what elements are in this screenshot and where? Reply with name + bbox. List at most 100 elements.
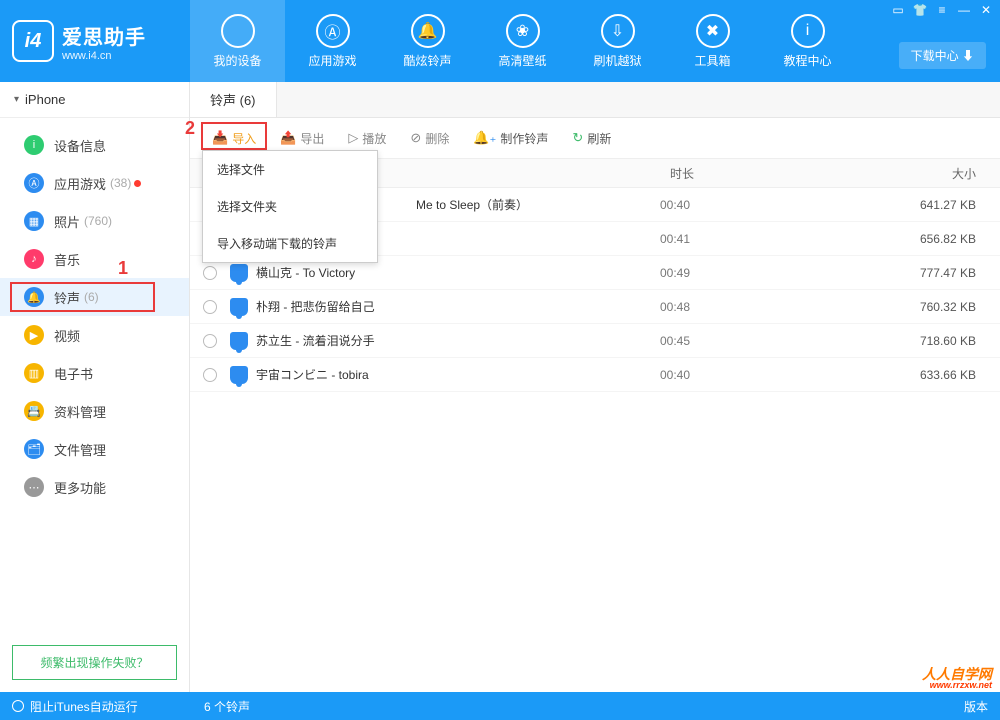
- ringtone-icon: [230, 264, 248, 282]
- row-name-cell: 朴翔 - 把悲伤留给自己: [230, 298, 660, 316]
- sidebar-item-4[interactable]: 🔔铃声(6): [0, 278, 189, 316]
- table-row[interactable]: 宇宙コンビニ - tobira 00:40633.66 KB: [190, 358, 1000, 392]
- nav-label: 酷炫铃声: [403, 52, 451, 69]
- device-selector[interactable]: iPhone: [0, 82, 189, 118]
- sidebar-label: 设备信息: [54, 136, 106, 155]
- sidebar-item-3[interactable]: ♪音乐: [0, 240, 189, 278]
- import-menu-item-0[interactable]: 选择文件: [203, 151, 377, 188]
- row-size: 656.82 KB: [880, 232, 1000, 246]
- sidebar-item-5[interactable]: ▶ 视频: [0, 316, 189, 354]
- app-url: www.i4.cn: [62, 50, 146, 62]
- nav-item-5[interactable]: ✖ 工具箱: [665, 0, 760, 82]
- main-nav: 我的设备Ⓐ应用游戏🔔酷炫铃声 ❀ 高清壁纸 ⇩ 刷机越狱 ✖ 工具箱 i 教程中心: [190, 0, 1000, 82]
- nav-icon: ❀: [506, 14, 540, 48]
- sidebar-list: i设备信息Ⓐ应用游戏(38)▦照片(760)♪音乐🔔铃声(6)▶视频▥电子书📇资…: [0, 118, 189, 692]
- itunes-block-toggle[interactable]: 阻止iTunes自动运行: [0, 698, 190, 715]
- download-center-button[interactable]: 下载中心 ⬇: [899, 42, 986, 69]
- nav-label: 教程中心: [783, 52, 831, 69]
- sidebar-label: 应用游戏: [54, 174, 106, 193]
- sidebar-label: 视频: [54, 326, 80, 345]
- row-checkbox[interactable]: [203, 334, 217, 348]
- nav-item-6[interactable]: i 教程中心: [760, 0, 855, 82]
- app-header: i4 爱思助手 www.i4.cn 我的设备Ⓐ应用游戏🔔酷炫铃声 ❀ 高清壁纸 ⇩ 刷机…: [0, 0, 1000, 82]
- sidebar-item-6[interactable]: ▥电子书: [0, 354, 189, 392]
- import-menu-item-2[interactable]: 导入移动端下载的铃声: [203, 225, 377, 262]
- nav-icon: ⇩: [601, 14, 635, 48]
- sidebar-icon: 📇: [24, 401, 44, 421]
- menu-icon[interactable]: ≡: [932, 2, 952, 18]
- sidebar-icon: ▦: [24, 211, 44, 231]
- sidebar-label: 文件管理: [54, 440, 106, 459]
- export-button[interactable]: 📤导出: [270, 126, 334, 151]
- row-size: 641.27 KB: [880, 198, 1000, 212]
- sidebar: iPhone i设备信息Ⓐ应用游戏(38)▦照片(760)♪音乐🔔铃声(6)▶视…: [0, 82, 190, 692]
- table-row[interactable]: 朴翔 - 把悲伤留给自己00:48760.32 KB: [190, 290, 1000, 324]
- row-size: 777.47 KB: [880, 266, 1000, 280]
- sidebar-item-1[interactable]: Ⓐ应用游戏(38): [0, 164, 189, 202]
- app-name: 爱思助手: [62, 21, 146, 50]
- row-checkbox[interactable]: [203, 266, 217, 280]
- nav-icon: [221, 14, 255, 48]
- nav-item-3[interactable]: ❀ 高清壁纸: [475, 0, 570, 82]
- sidebar-count: (760): [84, 214, 112, 228]
- sidebar-icon: ▥: [24, 363, 44, 383]
- import-menu-item-1[interactable]: 选择文件夹: [203, 188, 377, 225]
- row-name-cell: 苏立生 - 流着泪说分手: [230, 332, 660, 350]
- ringtone-icon: [230, 366, 248, 384]
- sidebar-item-8[interactable]: 🗂 文件管理: [0, 430, 189, 468]
- delete-button[interactable]: ⊘删除: [400, 126, 459, 151]
- nav-label: 应用游戏: [308, 52, 356, 69]
- sidebar-count: (6): [84, 290, 99, 304]
- nav-icon: i: [791, 14, 825, 48]
- sidebar-item-0[interactable]: i 设备信息: [0, 126, 189, 164]
- row-duration: 00:45: [660, 334, 880, 348]
- bell-plus-icon: 🔔₊: [473, 130, 496, 146]
- sidebar-label: 资料管理: [54, 402, 106, 421]
- import-button[interactable]: 📥导入: [202, 126, 266, 151]
- row-size: 633.66 KB: [880, 368, 1000, 382]
- nav-label: 工具箱: [694, 52, 730, 69]
- close-icon[interactable]: ✕: [976, 2, 996, 18]
- ringtone-icon: [230, 332, 248, 350]
- sidebar-label: 照片: [54, 212, 80, 231]
- row-name: 苏立生 - 流着泪说分手: [256, 332, 375, 349]
- nav-item-1[interactable]: Ⓐ应用游戏: [285, 0, 380, 82]
- sidebar-item-2[interactable]: ▦ 照片 (760): [0, 202, 189, 240]
- nav-item-0[interactable]: 我的设备: [190, 0, 285, 82]
- sidebar-item-7[interactable]: 📇 资料管理: [0, 392, 189, 430]
- make-ringtone-button[interactable]: 🔔₊制作铃声: [463, 126, 558, 151]
- sidebar-icon: Ⓐ: [24, 173, 44, 193]
- nav-icon: ✖: [696, 14, 730, 48]
- footer-count: 6 个铃声: [190, 698, 250, 715]
- row-checkbox[interactable]: [203, 368, 217, 382]
- notification-dot-icon: [134, 180, 141, 187]
- minimize-icon[interactable]: ―: [954, 2, 974, 18]
- play-button[interactable]: ▷播放: [338, 126, 396, 151]
- row-duration: 00:49: [660, 266, 880, 280]
- row-duration: 00:40: [660, 198, 880, 212]
- col-duration[interactable]: 时长: [660, 165, 880, 182]
- feedback-icon[interactable]: ▭: [888, 2, 908, 18]
- sidebar-item-9[interactable]: ⋯更多功能: [0, 468, 189, 506]
- row-name: 宇宙コンビニ - tobira: [256, 366, 369, 383]
- refresh-button[interactable]: ↻刷新: [562, 126, 621, 151]
- nav-label: 高清壁纸: [498, 52, 546, 69]
- help-link[interactable]: 频繁出现操作失败？: [12, 645, 177, 680]
- play-icon: ▷: [348, 130, 358, 146]
- skin-icon[interactable]: 👕: [910, 2, 930, 18]
- sidebar-icon: ▶: [24, 325, 44, 345]
- tab-ringtones[interactable]: 铃声 (6): [190, 82, 277, 117]
- logo-area: i4 爱思助手 www.i4.cn: [0, 0, 190, 82]
- sidebar-icon: ♪: [24, 249, 44, 269]
- row-duration: 00:40: [660, 368, 880, 382]
- col-size[interactable]: 大小: [880, 165, 1000, 182]
- nav-item-2[interactable]: 🔔酷炫铃声: [380, 0, 475, 82]
- sidebar-icon: 🗂: [24, 439, 44, 459]
- nav-label: 刷机越狱: [593, 52, 641, 69]
- table-row[interactable]: 苏立生 - 流着泪说分手00:45718.60 KB: [190, 324, 1000, 358]
- row-checkbox[interactable]: [203, 300, 217, 314]
- sidebar-icon: i: [24, 135, 44, 155]
- nav-item-4[interactable]: ⇩ 刷机越狱: [570, 0, 665, 82]
- sidebar-label: 铃声: [54, 288, 80, 307]
- footer-version: 版本: [964, 698, 1000, 715]
